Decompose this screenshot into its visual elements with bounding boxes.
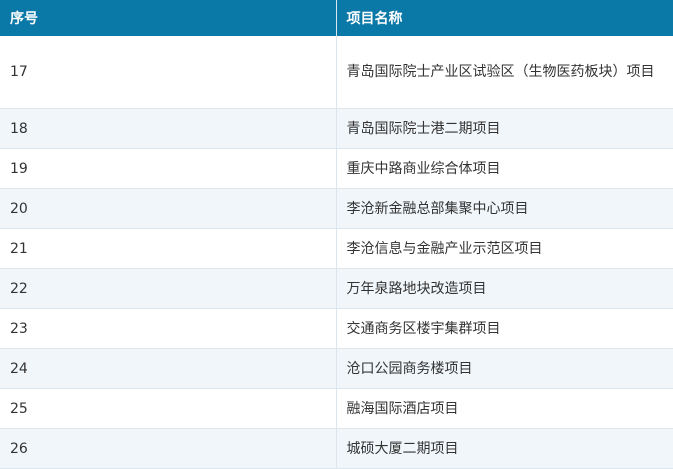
cell-serial-number: 26 bbox=[0, 428, 337, 469]
table-row: 22 万年泉路地块改造项目 bbox=[0, 268, 673, 309]
cell-project-name: 重庆中路商业综合体项目 bbox=[336, 148, 673, 189]
header-row: 序号 项目名称 bbox=[0, 0, 673, 36]
cell-serial-number: 22 bbox=[0, 268, 337, 309]
cell-project-name: 融海国际酒店项目 bbox=[336, 388, 673, 429]
cell-project-name: 交通商务区楼宇集群项目 bbox=[336, 308, 673, 349]
cell-serial-number: 20 bbox=[0, 188, 337, 229]
header-project-name: 项目名称 bbox=[336, 0, 673, 36]
table-row: 25 融海国际酒店项目 bbox=[0, 388, 673, 429]
cell-project-name: 沧口公园商务楼项目 bbox=[336, 348, 673, 389]
table-row: 20 李沧新金融总部集聚中心项目 bbox=[0, 188, 673, 229]
table-row: 21 李沧信息与金融产业示范区项目 bbox=[0, 228, 673, 269]
cell-serial-number: 17 bbox=[0, 36, 337, 109]
cell-project-name: 万年泉路地块改造项目 bbox=[336, 268, 673, 309]
cell-serial-number: 18 bbox=[0, 108, 337, 149]
table-header: 序号 项目名称 bbox=[0, 0, 673, 36]
cell-serial-number: 25 bbox=[0, 388, 337, 429]
cell-serial-number: 23 bbox=[0, 308, 337, 349]
cell-serial-number: 19 bbox=[0, 148, 337, 189]
cell-project-name: 青岛国际院士港二期项目 bbox=[336, 108, 673, 149]
cell-project-name: 城硕大厦二期项目 bbox=[336, 428, 673, 469]
project-table: 序号 项目名称 17 青岛国际院士产业区试验区（生物医药板块）项目 18 青岛国… bbox=[0, 0, 673, 469]
table-row: 18 青岛国际院士港二期项目 bbox=[0, 108, 673, 149]
table-row: 24 沧口公园商务楼项目 bbox=[0, 348, 673, 389]
table-body: 17 青岛国际院士产业区试验区（生物医药板块）项目 18 青岛国际院士港二期项目… bbox=[0, 36, 673, 469]
cell-project-name: 青岛国际院士产业区试验区（生物医药板块）项目 bbox=[336, 36, 673, 109]
cell-serial-number: 21 bbox=[0, 228, 337, 269]
cell-project-name: 李沧新金融总部集聚中心项目 bbox=[336, 188, 673, 229]
table-row: 19 重庆中路商业综合体项目 bbox=[0, 148, 673, 189]
cell-serial-number: 24 bbox=[0, 348, 337, 389]
cell-project-name: 李沧信息与金融产业示范区项目 bbox=[336, 228, 673, 269]
table-row: 17 青岛国际院士产业区试验区（生物医药板块）项目 bbox=[0, 36, 673, 109]
table-row: 26 城硕大厦二期项目 bbox=[0, 428, 673, 469]
table-row: 23 交通商务区楼宇集群项目 bbox=[0, 308, 673, 349]
header-serial-number: 序号 bbox=[0, 0, 337, 36]
